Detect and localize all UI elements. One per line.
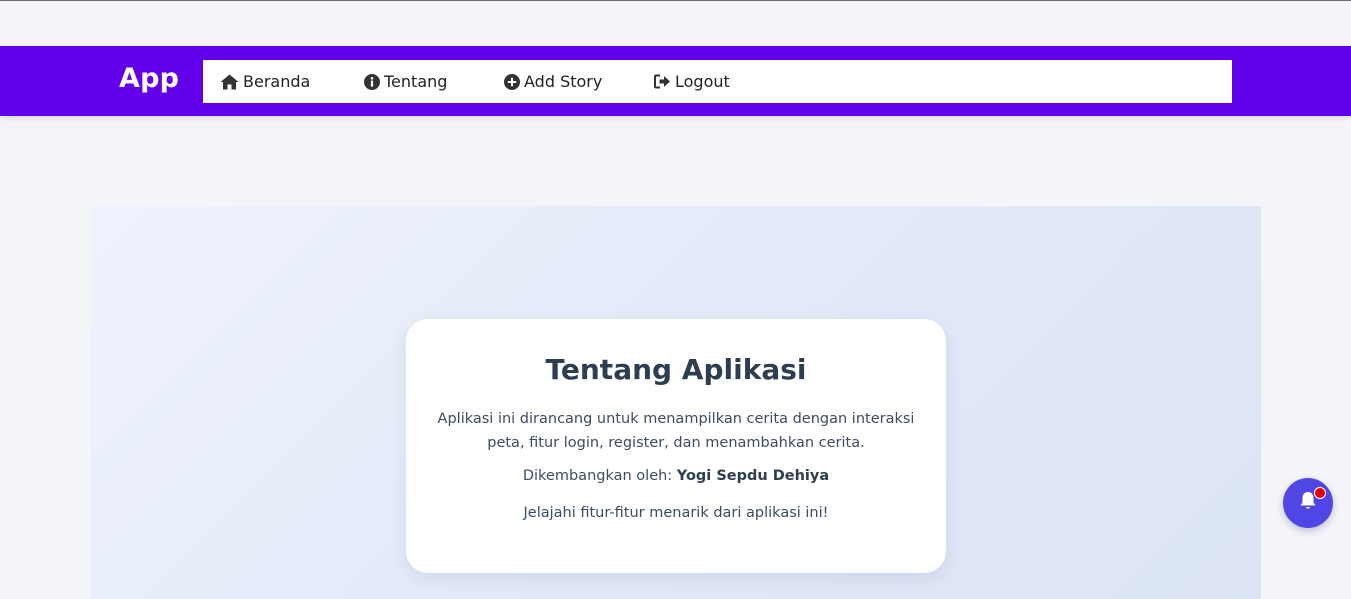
about-card: Tentang Aplikasi Aplikasi ini dirancang … xyxy=(406,319,946,573)
navbar: App Beranda Tentang Add Story Logout xyxy=(0,46,1351,116)
home-icon xyxy=(220,74,239,90)
nav-item-add-story[interactable]: Add Story xyxy=(504,60,602,103)
about-tagline: Jelajahi fitur-fitur menarik dari aplika… xyxy=(523,505,829,521)
page-title: Tentang Aplikasi xyxy=(545,353,807,386)
nav-list: Beranda Tentang Add Story Logout xyxy=(203,60,1232,103)
plus-circle-icon xyxy=(504,73,520,90)
nav-item-logout[interactable]: Logout xyxy=(654,60,730,103)
window-top-border xyxy=(0,0,1351,1)
about-description: Aplikasi ini dirancang untuk menampilkan… xyxy=(437,411,915,451)
info-icon xyxy=(364,73,380,90)
notification-badge xyxy=(1314,487,1326,499)
nav-item-tentang[interactable]: Tentang xyxy=(364,60,447,103)
developer-prefix: Dikembangkan oleh: xyxy=(522,468,673,484)
developer-name: Yogi Sepdu Dehiya xyxy=(676,468,830,484)
brand-logo[interactable]: App xyxy=(119,63,179,94)
logout-icon xyxy=(654,74,671,89)
nav-item-label: Beranda xyxy=(243,72,311,91)
nav-item-label: Add Story xyxy=(524,72,603,91)
notification-button[interactable] xyxy=(1283,478,1333,528)
developer-credit: Dikembangkan oleh: Yogi Sepdu Dehiya xyxy=(406,468,946,484)
nav-item-label: Tentang xyxy=(384,72,448,91)
nav-item-beranda[interactable]: Beranda xyxy=(220,60,310,103)
nav-item-label: Logout xyxy=(675,72,730,91)
